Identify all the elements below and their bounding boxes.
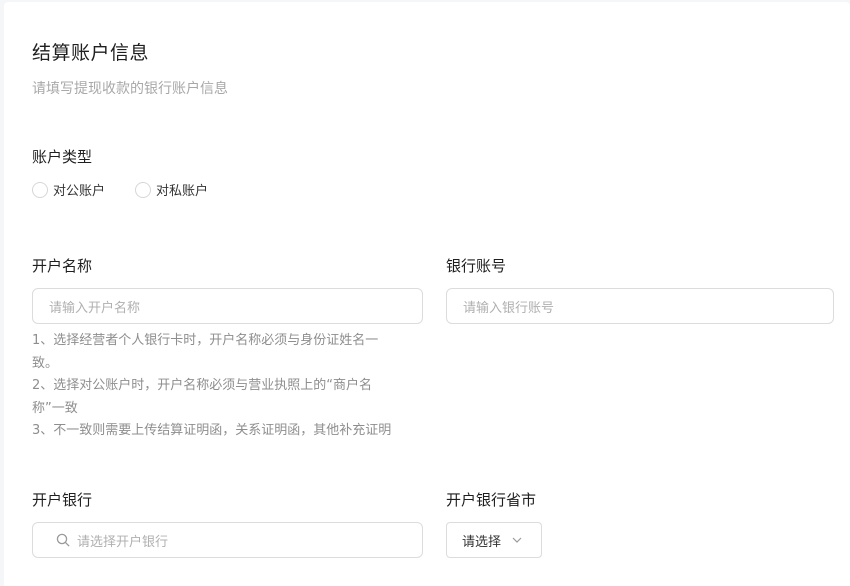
account-name-input[interactable]: 请输入开户名称: [32, 288, 423, 324]
bank-region-value: 请选择: [462, 534, 502, 550]
search-icon: [55, 532, 71, 548]
bank-region-select[interactable]: 请选择: [446, 522, 542, 558]
account-name-placeholder: 请输入开户名称: [49, 300, 141, 316]
chevron-down-icon: [511, 534, 523, 546]
hint-line: 3、不一致则需要上传结算证明函，关系证明函，其他补充证明: [32, 423, 392, 438]
radio-circle-icon[interactable]: [135, 181, 152, 198]
account-name-hint: 1、选择经营者个人银行卡时，开户名称必须与身份证姓名一 致。 2、选择对公账户时…: [32, 330, 424, 443]
page-title: 结算账户信息: [32, 42, 150, 64]
radio-private-label: 对私账户: [156, 184, 209, 199]
bank-region-label: 开户银行省市: [446, 491, 537, 509]
hint-line: 致。: [32, 355, 59, 371]
bank-account-label: 银行账号: [446, 257, 507, 275]
hint-line: 1、选择经营者个人银行卡时，开户名称必须与身份证姓名一: [32, 333, 379, 348]
radio-circle-icon[interactable]: [32, 181, 48, 198]
bank-select-input[interactable]: 请选择开户银行: [32, 522, 423, 558]
bank-label: 开户银行: [32, 491, 93, 509]
radio-private-account[interactable]: 对私账户: [135, 180, 208, 199]
page-subtitle: 请填写提现收款的银行账户信息: [32, 81, 228, 97]
hint-line: 2、选择对公账户时，开户名称必须与营业执照上的“商户名: [32, 378, 373, 393]
radio-public-label: 对公账户: [53, 184, 106, 199]
hint-line: 称”一致: [32, 400, 78, 416]
bank-account-placeholder: 请输入银行账号: [463, 300, 555, 316]
radio-public-account[interactable]: 对公账户: [32, 180, 105, 199]
account-type-label: 账户类型: [32, 148, 93, 166]
account-name-label: 开户名称: [32, 257, 93, 275]
bank-placeholder: 请选择开户银行: [77, 534, 169, 550]
bank-account-input[interactable]: 请输入银行账号: [446, 288, 834, 324]
account-type-radio-group: 对公账户 对私账户: [32, 180, 238, 199]
